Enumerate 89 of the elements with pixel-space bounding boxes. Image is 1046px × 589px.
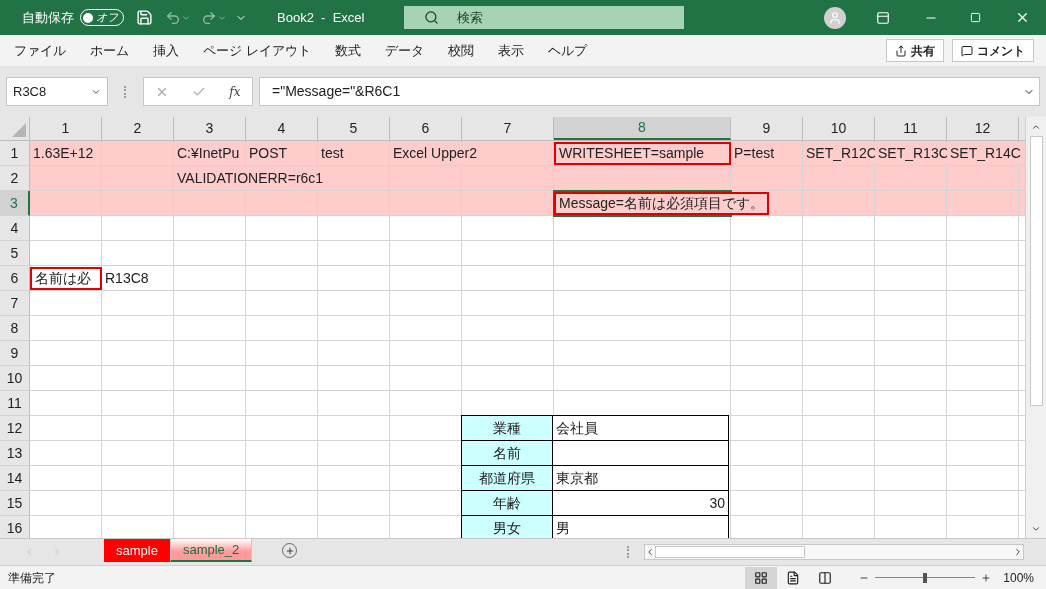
cell-text: 男女 — [492, 518, 522, 538]
row-header[interactable]: 4 — [0, 216, 30, 241]
menu-tab[interactable]: ヘルプ — [547, 40, 587, 61]
cell-text: 業種 — [492, 418, 522, 438]
row-header[interactable]: 16 — [0, 516, 30, 538]
page-break-view-icon — [818, 570, 833, 585]
column-header[interactable]: 8 — [554, 117, 731, 140]
name-box[interactable]: R3C8 — [6, 77, 108, 106]
row-header[interactable]: 2 — [0, 166, 30, 191]
menu-tab[interactable]: 数式 — [334, 40, 361, 61]
cell-text: 会社員 — [555, 418, 599, 438]
cell-reference: R3C8 — [13, 82, 47, 101]
menu-tab[interactable]: ページ レイアウト — [203, 40, 311, 61]
status-text: 準備完了 — [8, 569, 56, 587]
row-header[interactable]: 5 — [0, 241, 30, 266]
zoom-slider-thumb[interactable] — [923, 572, 928, 583]
vertical-scrollbar[interactable] — [1025, 117, 1046, 538]
window-title: Book2 - Excel — [277, 8, 365, 27]
column-header[interactable]: 1 — [30, 117, 102, 140]
separator-dots-icon — [124, 85, 127, 98]
sheet-tab[interactable]: sample_2 — [169, 539, 253, 562]
account-avatar[interactable] — [824, 6, 846, 29]
cell-text: 30 — [708, 493, 726, 513]
sheet-tab[interactable]: sample — [104, 539, 170, 562]
row-header[interactable]: 15 — [0, 491, 30, 516]
autosave-label: 自動保存 — [22, 8, 74, 27]
share-button[interactable]: 共有 — [886, 39, 944, 62]
scroll-up-icon[interactable] — [1031, 122, 1041, 132]
menu-tab[interactable]: ホーム — [90, 40, 129, 61]
zoom-reading[interactable]: 100% — [1003, 568, 1034, 587]
menu-tab[interactable]: ファイル — [14, 40, 66, 61]
row-header[interactable]: 9 — [0, 341, 30, 366]
column-header[interactable]: 12 — [947, 117, 1019, 140]
menu-tab[interactable]: 表示 — [497, 40, 524, 61]
comment-icon — [961, 44, 973, 57]
menu-tab[interactable]: データ — [384, 40, 424, 61]
close-icon[interactable] — [1015, 10, 1030, 25]
row-header[interactable]: 6 — [0, 266, 30, 291]
row-header[interactable]: 8 — [0, 316, 30, 341]
cell-text: 名前 — [492, 443, 522, 463]
search-placeholder: 検索 — [457, 8, 484, 27]
cell-text: 年齢 — [492, 493, 522, 513]
plus-icon — [284, 545, 295, 556]
save-icon[interactable] — [136, 9, 153, 26]
row-header[interactable]: 1 — [0, 141, 30, 166]
share-icon — [895, 44, 907, 57]
column-header[interactable]: 10 — [803, 117, 875, 140]
column-header[interactable]: 11 — [875, 117, 947, 140]
maximize-icon[interactable] — [970, 12, 981, 23]
horizontal-scrollbar[interactable] — [644, 544, 1024, 560]
normal-view-icon — [754, 570, 769, 585]
scroll-right-icon[interactable] — [1013, 547, 1023, 557]
insert-function-button[interactable]: fx — [229, 82, 241, 101]
cell-text: Message=名前は必須項目です。 — [554, 192, 769, 215]
column-header[interactable]: 3 — [174, 117, 246, 140]
scroll-left-icon[interactable] — [645, 547, 655, 557]
scrollbar-thumb[interactable] — [655, 546, 805, 558]
cell-text: SET_R14C — [947, 144, 1024, 163]
cell-text: WRITESHEET=sample — [554, 142, 731, 165]
row-header[interactable]: 13 — [0, 441, 30, 466]
row-header[interactable]: 11 — [0, 391, 30, 416]
row-header[interactable]: 14 — [0, 466, 30, 491]
row-header[interactable]: 3 — [0, 191, 30, 216]
row-header[interactable]: 7 — [0, 291, 30, 316]
page-layout-view-icon — [786, 570, 801, 585]
cell-text: 名前は必 — [30, 267, 102, 290]
search-field[interactable]: 検索 — [404, 6, 685, 29]
column-header[interactable]: 5 — [318, 117, 390, 140]
menu-tab[interactable]: 校閲 — [447, 40, 474, 61]
scrollbar-thumb[interactable] — [1029, 136, 1043, 406]
menu-tab[interactable]: 挿入 — [153, 40, 179, 61]
normal-view-button[interactable] — [745, 566, 778, 589]
search-icon — [424, 10, 440, 25]
cell-text: 東京都 — [555, 468, 599, 488]
scroll-down-icon[interactable] — [1031, 524, 1041, 534]
row-header[interactable]: 12 — [0, 416, 30, 441]
zoom-in-icon[interactable] — [981, 572, 992, 583]
cell-text: 都道府県 — [478, 468, 536, 488]
column-header[interactable]: 6 — [390, 117, 462, 140]
comment-button[interactable]: コメント — [952, 39, 1034, 62]
column-header[interactable]: 2 — [102, 117, 174, 140]
zoom-slider[interactable] — [875, 572, 976, 583]
splitter-dots-icon[interactable] — [627, 546, 630, 558]
formula-field[interactable]: ="Message="&R6C1 — [259, 77, 1040, 106]
column-header[interactable]: 4 — [246, 117, 318, 140]
cell-text: 男 — [555, 518, 571, 538]
ribbon-display-icon[interactable] — [876, 10, 890, 25]
column-header[interactable]: 9 — [731, 117, 803, 140]
row-header[interactable]: 10 — [0, 366, 30, 391]
